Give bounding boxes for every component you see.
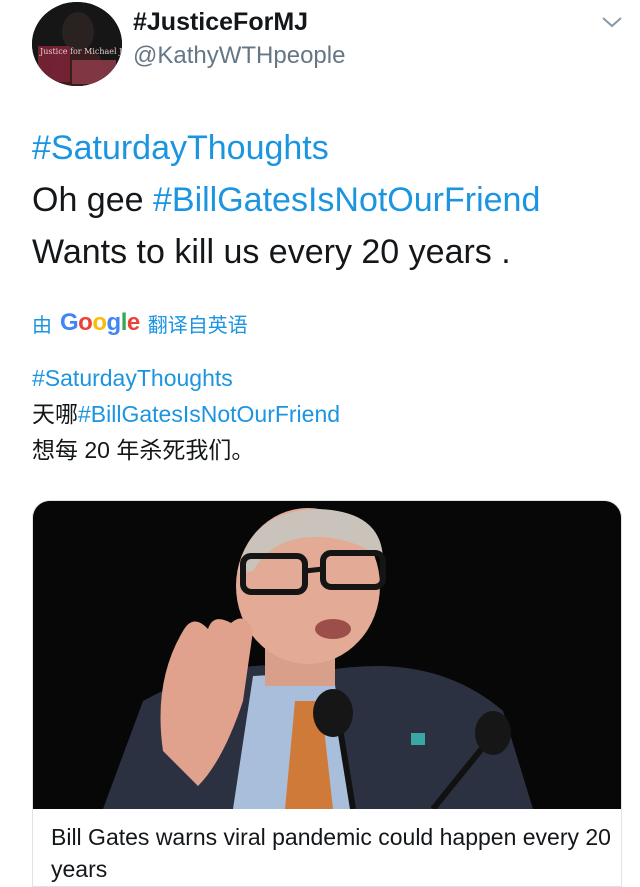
display-name[interactable]: #JusticeForMJ xyxy=(133,8,308,37)
translated-text-segment: 想每 20 年杀死我们。 xyxy=(32,437,255,463)
card-image xyxy=(33,501,621,811)
translate-suffix: 翻译自英语 xyxy=(147,314,248,337)
profile-avatar-image: Justice for Michael Jackson xyxy=(32,2,122,86)
translated-text-segment: 天哪 xyxy=(32,401,78,427)
tweet-text-segment: Oh gee xyxy=(32,181,153,219)
speaker-photo xyxy=(33,501,621,811)
tweet-header: Justice for Michael Jackson #JusticeForM… xyxy=(0,0,640,100)
hashtag-billgatesisnotourfriend[interactable]: #BillGatesIsNotOurFriend xyxy=(153,181,540,219)
hashtag-saturdaythoughts[interactable]: #SaturdayThoughts xyxy=(32,129,329,167)
hashtag-saturdaythoughts-translated[interactable]: #SaturdayThoughts xyxy=(32,365,233,391)
google-logo: Google xyxy=(60,309,140,336)
card-title[interactable]: Bill Gates warns viral pandemic could ha… xyxy=(51,821,611,885)
user-avatar[interactable]: Justice for Michael Jackson xyxy=(32,2,122,86)
translate-attribution[interactable]: 由 Google 翻译自英语 xyxy=(32,306,248,340)
translate-prefix: 由 xyxy=(32,314,52,337)
tweet-text-segment: Wants to kill us every 20 years . xyxy=(32,233,511,271)
avatar-text: Justice for Michael Jackson xyxy=(39,47,122,56)
hashtag-billgatesisnotourfriend-translated[interactable]: #BillGatesIsNotOurFriend xyxy=(78,401,340,427)
link-card[interactable]: Bill Gates warns viral pandemic could ha… xyxy=(32,500,622,887)
tweet-text: #SaturdayThoughts Oh gee #BillGatesIsNot… xyxy=(32,122,612,278)
user-handle[interactable]: @KathyWTHpeople xyxy=(133,42,345,70)
translated-text: #SaturdayThoughts 天哪#BillGatesIsNotOurFr… xyxy=(32,360,612,468)
chevron-down-icon[interactable] xyxy=(600,12,624,32)
